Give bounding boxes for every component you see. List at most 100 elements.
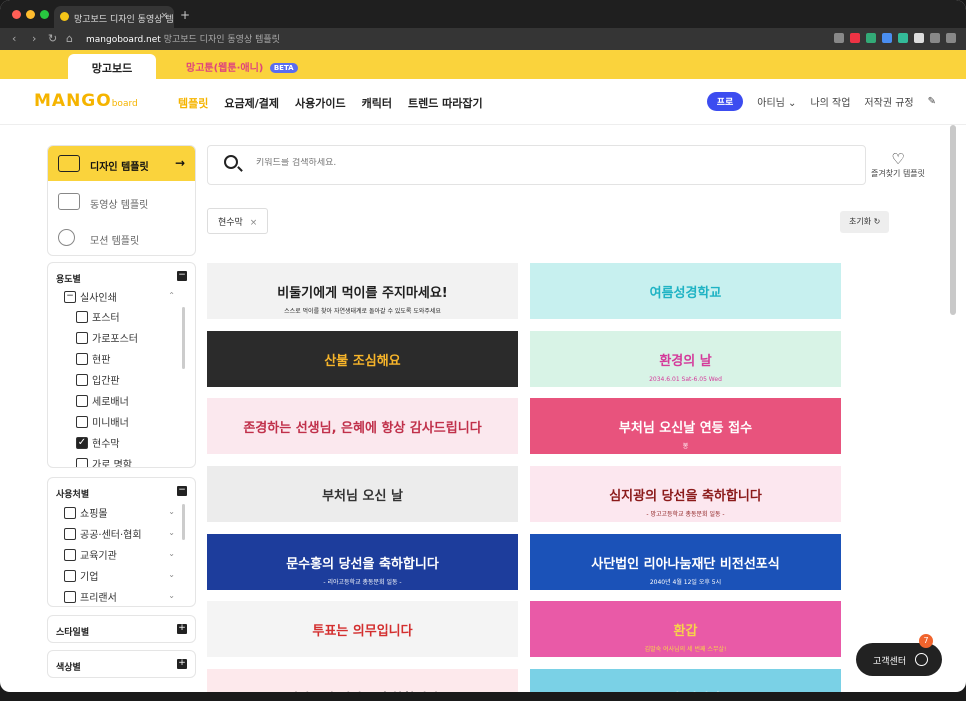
search-icon[interactable] xyxy=(224,155,238,169)
template-card[interactable]: 비둘기에게 먹이를 주지마세요! 스스로 먹이를 찾아 자연생태계로 돌아갈 수 … xyxy=(207,263,518,319)
usage-item[interactable]: 가로포스터 xyxy=(76,330,138,345)
forward-icon[interactable]: › xyxy=(32,32,36,45)
tab-mangotoon[interactable]: 망고툰(웹툰·애니) BETA xyxy=(186,59,298,74)
template-card[interactable]: 부처님 오신날 연등 접수 봉 xyxy=(530,398,841,454)
user-item[interactable]: 쇼핑몰 xyxy=(64,505,108,520)
usage-item[interactable]: 세로배너 xyxy=(76,393,129,408)
nav-guide[interactable]: 사용가이드 xyxy=(295,95,346,111)
chevron-down-icon[interactable]: ⌄ xyxy=(168,507,175,516)
user-item[interactable]: 프리랜서 xyxy=(64,589,117,604)
expand-icon[interactable]: + xyxy=(177,624,187,634)
copyright-link[interactable]: 저작권 규정 xyxy=(864,94,913,109)
reload-icon[interactable]: ↻ xyxy=(48,32,57,45)
extension-icon[interactable] xyxy=(850,33,860,43)
menu-icon[interactable] xyxy=(946,33,956,43)
support-button[interactable]: 고객센터 xyxy=(856,643,942,676)
template-card[interactable]: 존경하는 선생님, 은혜에 항상 감사드립니다 xyxy=(207,398,518,454)
chevron-down-icon[interactable]: ⌄ xyxy=(168,591,175,600)
template-card[interactable]: 여름성경학교 xyxy=(530,263,841,319)
extension-icon[interactable] xyxy=(882,33,892,43)
usage-item[interactable]: 입간판 xyxy=(76,372,120,387)
expand-icon[interactable]: + xyxy=(177,659,187,669)
chat-icon xyxy=(915,653,928,666)
url-field[interactable]: mangoboard.net 망고보드 디자인 동영상 템플릿 xyxy=(86,32,280,45)
template-card[interactable]: 복뚱아 어서와! xyxy=(530,669,841,692)
chevron-down-icon[interactable]: ⌄ xyxy=(168,549,175,558)
usage-scrollbar[interactable] xyxy=(182,307,185,369)
logo[interactable]: MANGOboard xyxy=(34,91,138,111)
favorites-button[interactable]: ♡ 즐겨찾기 템플릿 xyxy=(868,150,928,179)
template-type-video[interactable]: 동영상 템플릿 xyxy=(48,184,195,219)
browser-tab[interactable]: 망고보드 디자인 동영상 템플릿 × xyxy=(54,6,174,28)
tab-mangoboard[interactable]: 망고보드 xyxy=(68,54,156,79)
filter-chip[interactable]: 현수막 × xyxy=(207,208,269,234)
settings-icon[interactable]: ✎ xyxy=(928,96,936,107)
my-work-link[interactable]: 나의 작업 xyxy=(810,94,850,109)
checkbox-icon[interactable] xyxy=(76,331,88,344)
nav-characters[interactable]: 캐릭터 xyxy=(362,95,392,111)
home-icon[interactable]: ⌂ xyxy=(66,32,73,45)
template-card[interactable]: 이망고의 퇴사를 축하합니다 xyxy=(207,669,518,692)
reset-button[interactable]: 초기화 ↻ xyxy=(840,211,890,233)
chip-close-icon[interactable]: × xyxy=(250,218,258,228)
nav-templates[interactable]: 템플릿 xyxy=(178,95,208,111)
checkbox-icon[interactable] xyxy=(64,506,76,519)
extension-icon[interactable] xyxy=(898,33,908,43)
checkbox-icon[interactable] xyxy=(76,415,88,428)
chevron-up-icon[interactable]: ⌃ xyxy=(168,291,175,300)
template-card[interactable]: 환경의 날 2034.6.01 Sat-6.05 Wed xyxy=(530,331,841,387)
maximize-window-icon[interactable] xyxy=(40,10,49,19)
checkbox-icon[interactable] xyxy=(76,352,88,365)
template-card[interactable]: 부처님 오신 날 xyxy=(207,466,518,522)
checkbox-icon[interactable] xyxy=(64,590,76,603)
user-item[interactable]: 공공·센터·협회 xyxy=(64,526,142,541)
user-scrollbar[interactable] xyxy=(182,504,185,540)
nav-pricing[interactable]: 요금제/결제 xyxy=(224,95,279,111)
template-card[interactable]: 사단법인 리아나눔재단 비전선포식 2040년 4월 12일 오후 5시 xyxy=(530,534,841,590)
chevron-down-icon[interactable]: ⌄ xyxy=(168,528,175,537)
profile-icon[interactable] xyxy=(930,33,940,43)
usage-item[interactable]: ✓ 현수막 xyxy=(76,435,120,450)
checkbox-icon[interactable] xyxy=(76,457,88,467)
close-window-icon[interactable] xyxy=(12,10,21,19)
template-card[interactable]: 투표는 의무입니다 xyxy=(207,601,518,657)
template-type-motion[interactable]: 모션 템플릿 xyxy=(48,220,195,255)
new-tab-icon[interactable]: + xyxy=(180,8,190,22)
checkbox-icon[interactable] xyxy=(64,548,76,561)
nav-trends[interactable]: 트렌드 따라잡기 xyxy=(408,95,483,111)
extension-icon[interactable] xyxy=(866,33,876,43)
user-item[interactable]: 교육기관 xyxy=(64,547,117,562)
user-menu[interactable]: 아티님 ⌄ xyxy=(757,94,796,109)
search-input[interactable] xyxy=(256,158,816,168)
checkbox-icon[interactable] xyxy=(76,394,88,407)
user-item[interactable]: 기업 xyxy=(64,568,98,583)
template-card[interactable]: 문수홍의 당선을 축하합니다 - 리아고등학교 총동문회 일동 - xyxy=(207,534,518,590)
checkbox-icon[interactable] xyxy=(76,373,88,386)
template-type-design[interactable]: 디자인 템플릿 → xyxy=(48,146,195,181)
usage-group[interactable]: − 실사인쇄 xyxy=(64,289,117,304)
checkbox-icon[interactable] xyxy=(64,569,76,582)
page-scrollbar[interactable] xyxy=(950,125,956,315)
usage-item[interactable]: 포스터 xyxy=(76,309,120,324)
usage-item-label: 입간판 xyxy=(92,376,120,387)
collapse-icon[interactable]: − xyxy=(177,486,187,496)
template-card[interactable]: 산불 조심해요 xyxy=(207,331,518,387)
chevron-down-icon[interactable]: ⌄ xyxy=(168,570,175,579)
collapse-icon[interactable]: − xyxy=(177,271,187,281)
template-card[interactable]: 심지광의 당선을 축하합니다 - 망고고등학교 총동문회 일동 - xyxy=(530,466,841,522)
usage-item[interactable]: 현판 xyxy=(76,351,110,366)
filter-color[interactable]: 색상별 + xyxy=(47,650,196,678)
usage-item[interactable]: 가로 명함 xyxy=(76,456,132,467)
template-card-subtitle: 김말숙 여사님의 세 번째 스무살! xyxy=(644,646,727,653)
filter-style[interactable]: 스타일별 + xyxy=(47,615,196,643)
template-card[interactable]: 환갑 김말숙 여사님의 세 번째 스무살! xyxy=(530,601,841,657)
extension-icon[interactable] xyxy=(834,33,844,43)
tab-close-icon[interactable]: × xyxy=(160,11,168,21)
back-icon[interactable]: ‹ xyxy=(12,32,16,45)
extension-icon[interactable] xyxy=(914,33,924,43)
checkbox-icon[interactable] xyxy=(64,527,76,540)
checkbox-checked-icon[interactable]: ✓ xyxy=(76,436,88,449)
usage-item[interactable]: 미니배너 xyxy=(76,414,129,429)
checkbox-icon[interactable] xyxy=(76,310,88,323)
minimize-window-icon[interactable] xyxy=(26,10,35,19)
